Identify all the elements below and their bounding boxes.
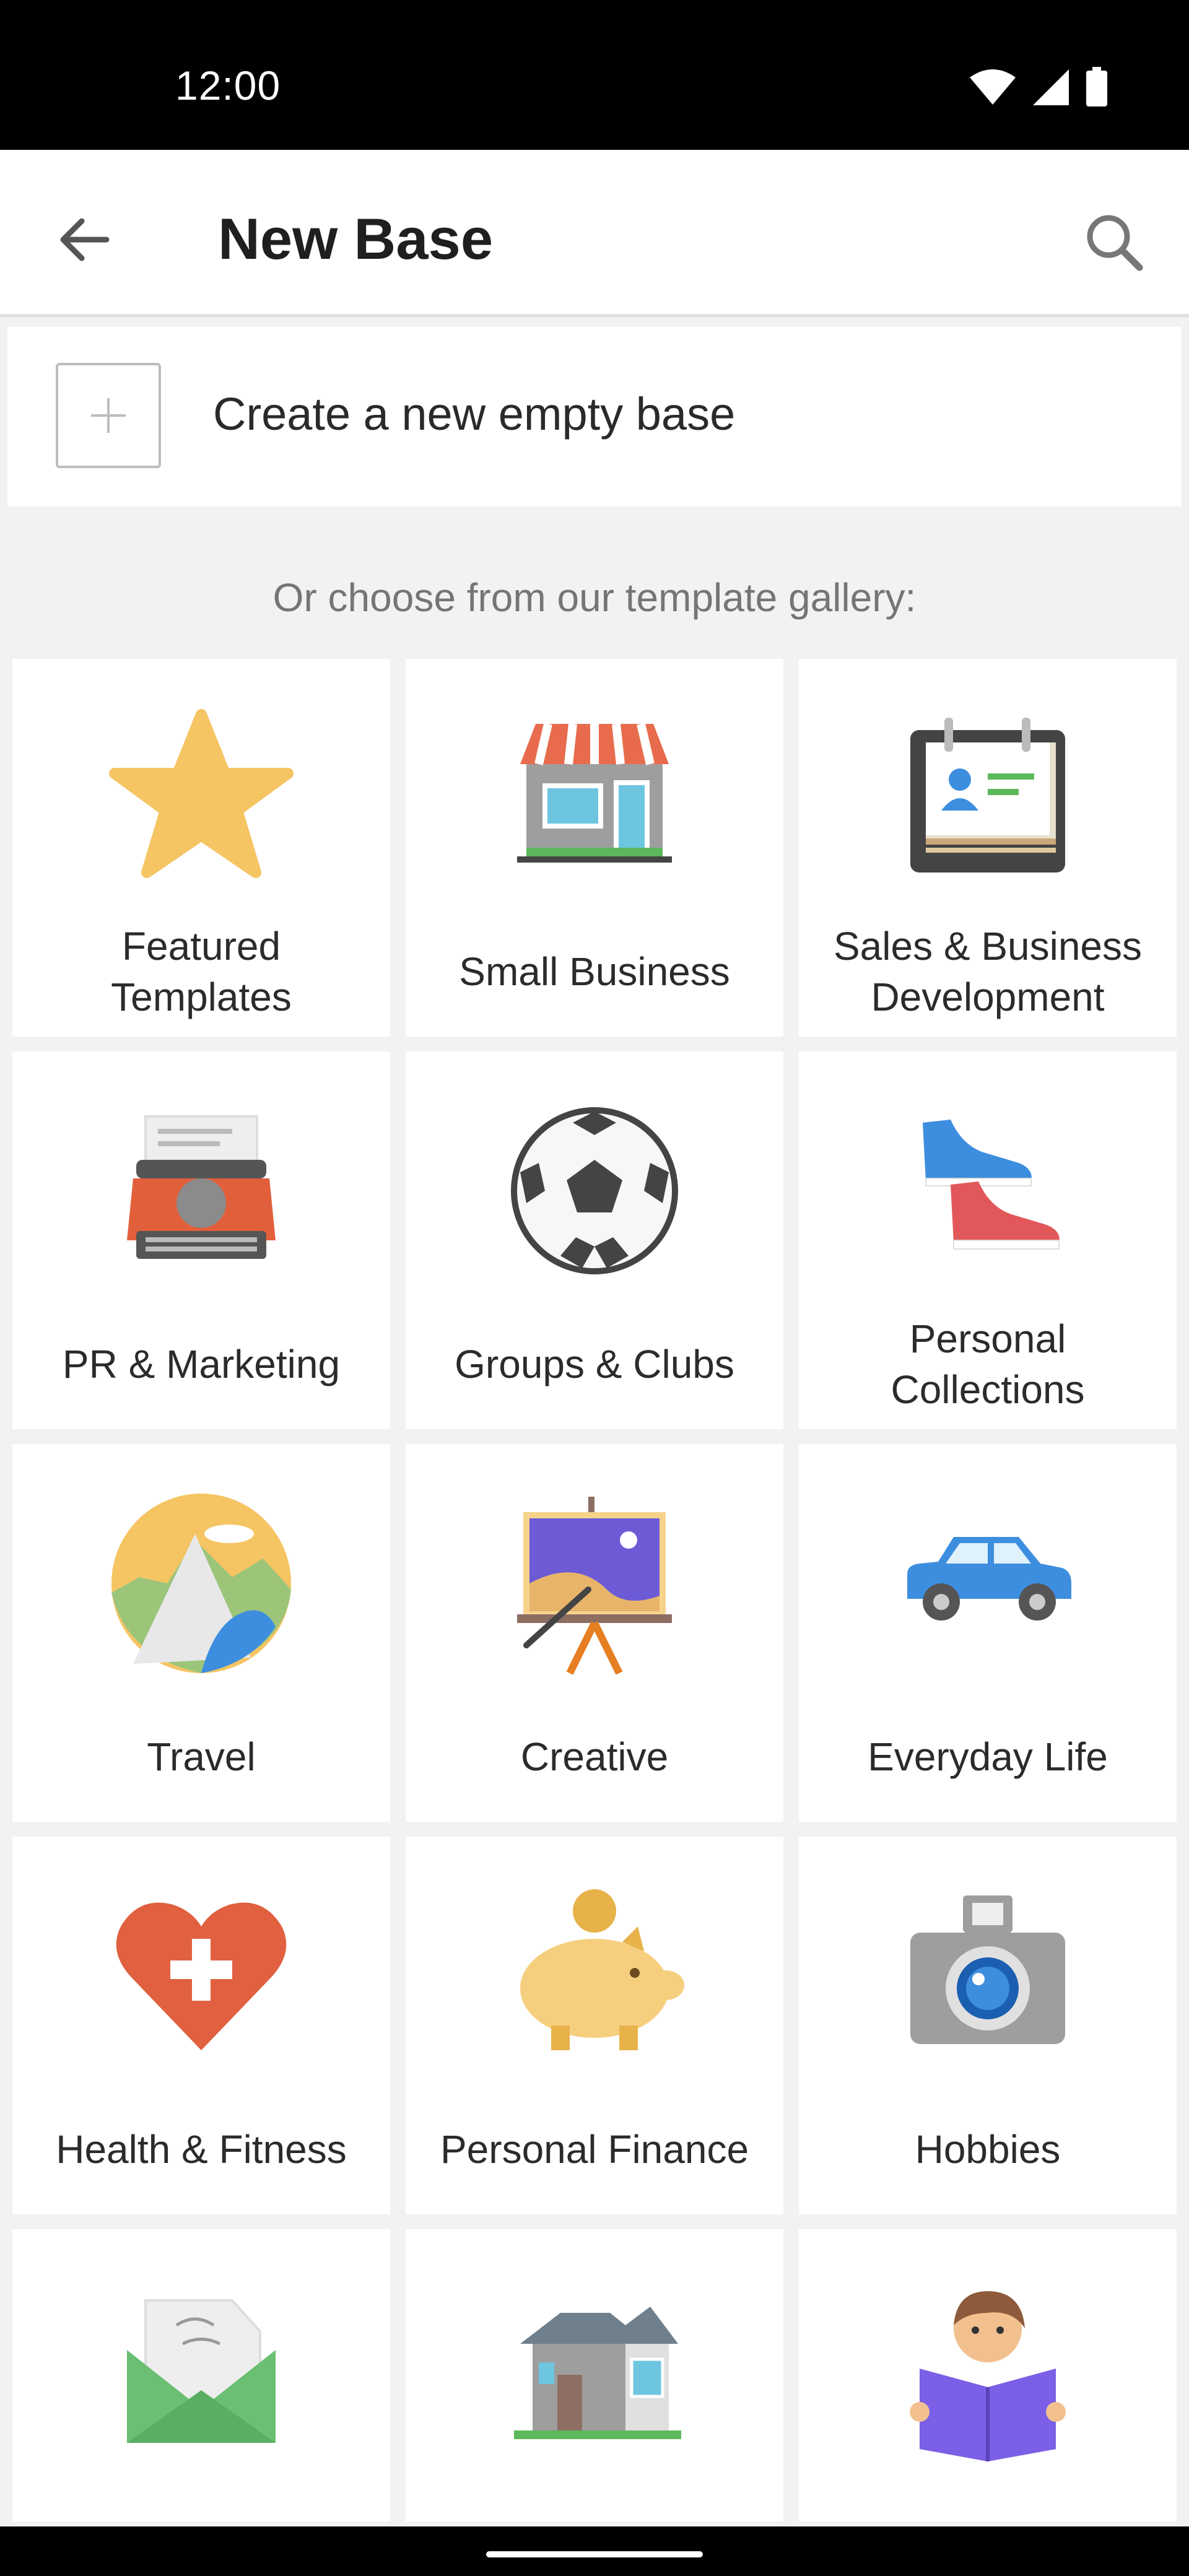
piggy-bank-icon (520, 1889, 684, 2050)
tile-label: PR & Marketing (62, 1342, 341, 1386)
tile-label: Home, Family & (412, 2489, 777, 2522)
status-bar: 12:00 (0, 0, 1189, 150)
camera-icon (910, 1895, 1065, 2044)
signal-icon (1033, 69, 1069, 105)
tile-label: Health & Fitness (56, 2127, 347, 2172)
search-icon (1087, 215, 1143, 271)
page-title: New Base (218, 206, 494, 271)
template-tile-creative[interactable]: Creative (406, 1444, 783, 1822)
contact-card-calendar-icon (910, 718, 1065, 872)
easel-painting-icon (517, 1497, 672, 1675)
mountain-landscape-icon (111, 1494, 291, 1673)
tile-label: Small Business (459, 949, 730, 994)
storefront-icon (517, 723, 672, 863)
create-empty-base-label: Create a new empty base (213, 388, 736, 440)
tile-label: Hobbies (915, 2127, 1061, 2172)
plus-icon (56, 363, 161, 468)
tile-label: Everyday Life (868, 1734, 1108, 1779)
template-gallery-grid: Featured Templates Small Business Sales … (12, 659, 1177, 2522)
tile-label: Personal Finance (440, 2127, 749, 2172)
template-tile-reading[interactable] (799, 2229, 1177, 2522)
tile-label: Featured Templates (111, 924, 292, 1019)
heart-cross-icon (116, 1902, 287, 2050)
search-button[interactable] (1078, 206, 1152, 280)
template-tile-personal-collections[interactable]: Personal Collections (799, 1051, 1177, 1429)
tile-label: Groups & Clubs (455, 1342, 734, 1386)
create-empty-base-button[interactable]: Create a new empty base (7, 327, 1182, 507)
save-the-date-envelope-icon (127, 2299, 276, 2443)
back-button[interactable] (51, 206, 119, 274)
template-tile-small-business[interactable]: Small Business (406, 659, 783, 1037)
template-tile-pr-marketing[interactable]: PR & Marketing (12, 1051, 390, 1429)
template-tile-health-fitness[interactable]: Health & Fitness (12, 1837, 390, 2214)
template-tile-groups-clubs[interactable]: Groups & Clubs (406, 1051, 783, 1429)
tile-label (19, 2489, 384, 2522)
tile-label: Creative (520, 1734, 669, 1779)
template-tile-save-the-date[interactable] (12, 2229, 390, 2522)
template-tile-personal-finance[interactable]: Personal Finance (406, 1837, 783, 2214)
tile-label (805, 2489, 1170, 2522)
star-icon (109, 709, 294, 878)
home-indicator[interactable] (486, 2551, 703, 2557)
arrow-left-icon (60, 218, 110, 261)
tile-label: Sales & Business Development (833, 924, 1143, 1019)
tile-label: Travel (147, 1734, 256, 1779)
typewriter-icon (127, 1115, 276, 1259)
system-navigation-bar (0, 2526, 1189, 2576)
template-tile-travel[interactable]: Travel (12, 1444, 390, 1822)
car-icon (907, 1537, 1071, 1621)
template-tile-everyday-life[interactable]: Everyday Life (799, 1444, 1177, 1822)
house-icon (514, 2307, 681, 2439)
person-reading-icon (910, 2291, 1066, 2461)
template-tile-hobbies[interactable]: Hobbies (799, 1837, 1177, 2214)
wifi-icon (970, 69, 1016, 105)
template-tile-home-family[interactable]: Home, Family & (406, 2229, 783, 2522)
template-tile-featured[interactable]: Featured Templates (12, 659, 390, 1037)
soccer-ball-icon (511, 1107, 678, 1274)
sneakers-icon (923, 1120, 1060, 1250)
gallery-heading: Or choose from our template gallery: (272, 575, 917, 620)
status-time: 12:00 (175, 63, 281, 108)
app-bar: New Base (0, 150, 1189, 317)
tile-label: Personal Collections (891, 1316, 1085, 1412)
status-icons (969, 67, 1108, 108)
battery-icon (1086, 67, 1107, 107)
template-tile-sales-business[interactable]: Sales & Business Development (799, 659, 1177, 1037)
